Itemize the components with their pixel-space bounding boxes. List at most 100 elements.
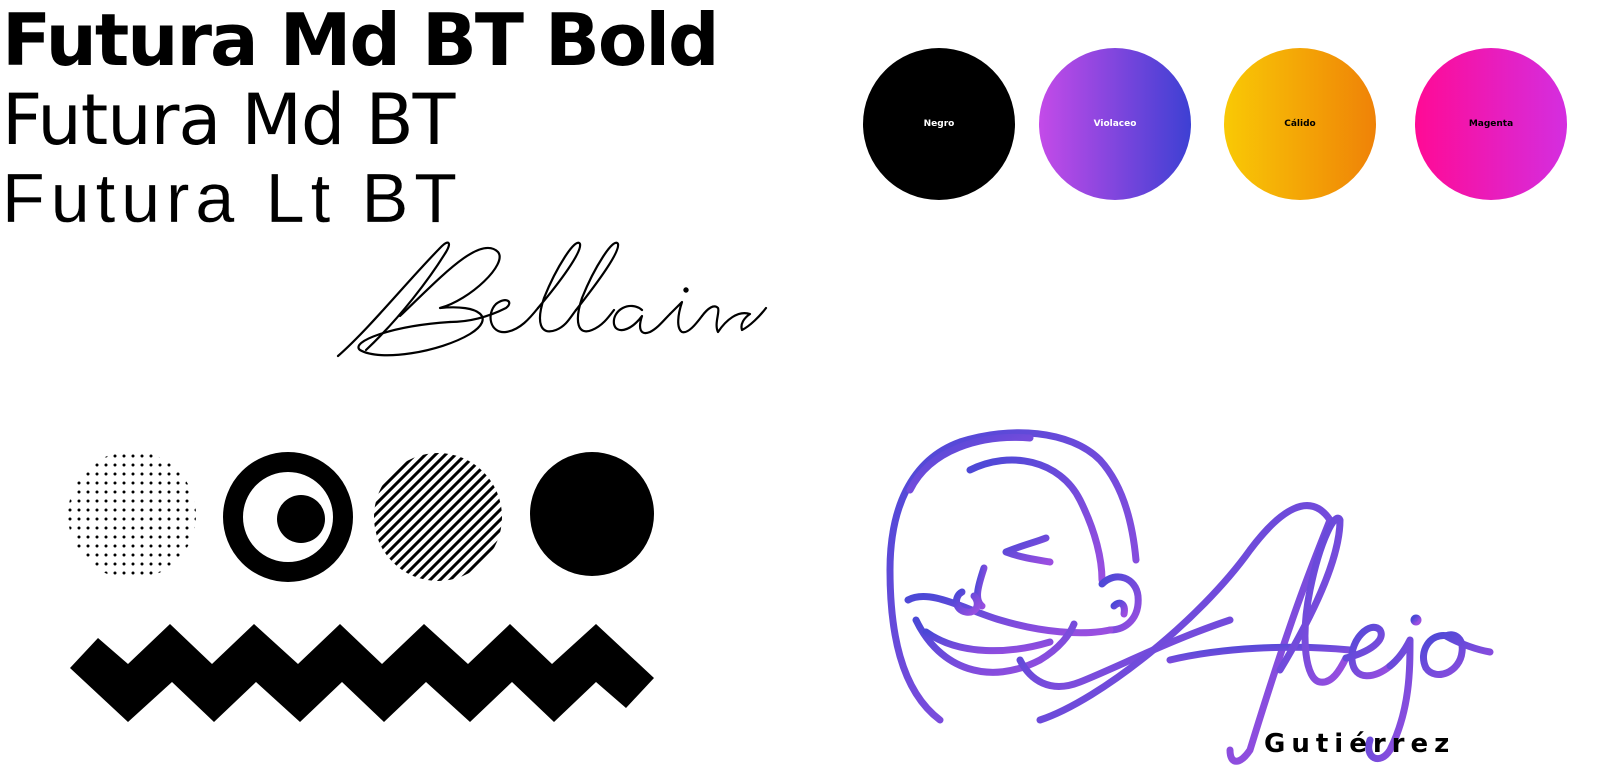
dot bbox=[194, 481, 196, 485]
dot bbox=[86, 454, 90, 458]
dot bbox=[77, 481, 81, 485]
dot bbox=[86, 553, 90, 557]
dot bbox=[68, 463, 72, 467]
dot bbox=[86, 508, 90, 512]
dot bbox=[194, 472, 196, 476]
logo-surname: Gutiérrez bbox=[1264, 729, 1456, 759]
dot bbox=[95, 562, 99, 566]
dot bbox=[194, 562, 196, 566]
dot bbox=[194, 526, 196, 530]
dot bbox=[113, 526, 117, 530]
dot bbox=[131, 562, 135, 566]
dot bbox=[158, 553, 162, 557]
dot bbox=[86, 535, 90, 539]
dot bbox=[185, 490, 189, 494]
dot bbox=[176, 454, 180, 458]
dot bbox=[176, 544, 180, 548]
dot bbox=[95, 499, 99, 503]
dot bbox=[131, 499, 135, 503]
dot bbox=[167, 454, 171, 458]
dot bbox=[149, 553, 153, 557]
dot bbox=[131, 526, 135, 530]
dot bbox=[122, 463, 126, 467]
typeface-sample-medium: Futura Md BT bbox=[2, 79, 455, 161]
dot bbox=[113, 544, 117, 548]
dot bbox=[158, 499, 162, 503]
color-swatch-label: Cálido bbox=[1284, 119, 1316, 129]
dot bbox=[185, 571, 189, 575]
dot bbox=[104, 508, 108, 512]
dot bbox=[122, 562, 126, 566]
dot bbox=[158, 562, 162, 566]
dot bbox=[113, 517, 117, 521]
dot bbox=[185, 535, 189, 539]
dot bbox=[95, 535, 99, 539]
dot bbox=[158, 472, 162, 476]
dot bbox=[122, 472, 126, 476]
dot bbox=[140, 562, 144, 566]
dot bbox=[77, 544, 81, 548]
dot bbox=[113, 535, 117, 539]
dot bbox=[131, 463, 135, 467]
dot bbox=[77, 472, 81, 476]
dot bbox=[140, 481, 144, 485]
dot bbox=[122, 535, 126, 539]
dot bbox=[140, 454, 144, 458]
dot bbox=[167, 517, 171, 521]
dot bbox=[68, 472, 72, 476]
dot bbox=[131, 544, 135, 548]
logo-face-illustration bbox=[886, 429, 1234, 724]
dot bbox=[68, 544, 72, 548]
dot bbox=[167, 481, 171, 485]
typeface-sample-light: Futura Lt BT bbox=[2, 159, 464, 237]
dot bbox=[194, 508, 196, 512]
dot bbox=[104, 544, 108, 548]
dot bbox=[167, 490, 171, 494]
stripe bbox=[374, 453, 502, 581]
dot bbox=[158, 517, 162, 521]
dot bbox=[86, 499, 90, 503]
dot bbox=[77, 553, 81, 557]
dot bbox=[104, 553, 108, 557]
dot bbox=[149, 472, 153, 476]
dot bbox=[122, 526, 126, 530]
dot bbox=[86, 463, 90, 467]
stripe bbox=[374, 453, 502, 581]
dot bbox=[95, 517, 99, 521]
dot bbox=[77, 526, 81, 530]
dot bbox=[86, 517, 90, 521]
dot bbox=[113, 463, 117, 467]
dot bbox=[176, 562, 180, 566]
dot bbox=[131, 454, 135, 458]
dot bbox=[167, 499, 171, 503]
dot bbox=[113, 481, 117, 485]
dot bbox=[86, 526, 90, 530]
dot bbox=[113, 490, 117, 494]
dot bbox=[194, 463, 196, 467]
dot bbox=[185, 526, 189, 530]
dot bbox=[86, 544, 90, 548]
dot bbox=[68, 499, 72, 503]
stripe bbox=[374, 453, 502, 581]
dot bbox=[158, 526, 162, 530]
dot bbox=[131, 508, 135, 512]
dot bbox=[176, 535, 180, 539]
dot bbox=[185, 454, 189, 458]
dot bbox=[68, 481, 72, 485]
stripe bbox=[374, 453, 492, 581]
dot bbox=[113, 553, 117, 557]
dot bbox=[68, 454, 72, 458]
solid-circle-graphic bbox=[530, 452, 654, 576]
dot bbox=[149, 535, 153, 539]
dot bbox=[122, 454, 126, 458]
dot bbox=[104, 472, 108, 476]
dot bbox=[131, 553, 135, 557]
stripe bbox=[374, 453, 462, 581]
dot bbox=[140, 571, 144, 575]
color-swatch-violaceo: Violaceo bbox=[1039, 48, 1191, 200]
dot bbox=[95, 481, 99, 485]
dot bbox=[95, 526, 99, 530]
dot bbox=[140, 508, 144, 512]
color-swatch-magenta: Magenta bbox=[1415, 48, 1567, 200]
dot bbox=[77, 463, 81, 467]
